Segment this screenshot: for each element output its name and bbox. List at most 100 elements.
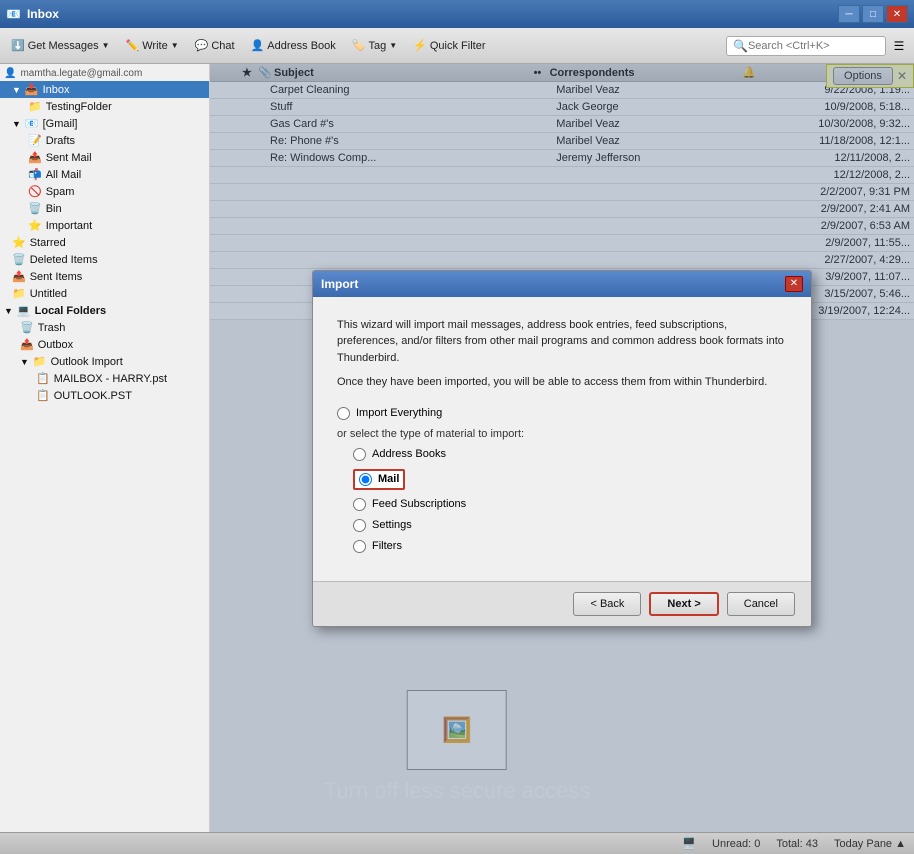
write-arrow: ▼ — [171, 41, 179, 50]
toolbar: ⬇️ Get Messages ▼ ✏️ Write ▼ 💬 Chat 👤 Ad… — [0, 28, 914, 64]
close-button[interactable]: ✕ — [886, 5, 908, 23]
sidebar-item-important[interactable]: ⭐ Important — [0, 217, 209, 234]
maximize-button[interactable]: □ — [862, 5, 884, 23]
write-button[interactable]: ✏️ Write ▼ — [119, 35, 186, 56]
mailbox-icon: 📋 — [36, 372, 50, 385]
sidebar: 👤 mamtha.legate@gmail.com ▼ 📥 Inbox 📁 Te… — [0, 64, 210, 832]
filters-option[interactable]: Filters — [337, 540, 787, 553]
outbox-icon: 📤 — [20, 338, 34, 351]
bin-icon: 🗑️ — [28, 202, 42, 215]
untitled-icon: 📁 — [12, 287, 26, 300]
get-messages-button[interactable]: ⬇️ Get Messages ▼ — [4, 35, 117, 56]
sidebar-item-starred[interactable]: ⭐ Starred — [0, 234, 209, 251]
sidebar-item-gmail[interactable]: ▼ 📧 [Gmail] — [0, 115, 209, 132]
sidebar-item-bin[interactable]: 🗑️ Bin — [0, 200, 209, 217]
sidebar-item-deleted-items[interactable]: 🗑️ Deleted Items — [0, 251, 209, 268]
write-icon: ✏️ — [126, 39, 140, 52]
sidebar-item-local-folders[interactable]: ▼ 💻 Local Folders — [0, 302, 209, 319]
sidebar-item-outlook-pst[interactable]: 📋 OUTLOOK.PST — [0, 387, 209, 404]
drafts-icon: 📝 — [28, 134, 42, 147]
select-type-label: or select the type of material to import… — [337, 428, 787, 440]
modal-close-button[interactable]: ✕ — [785, 276, 803, 292]
filters-radio[interactable] — [353, 540, 366, 553]
sent-mail-icon: 📤 — [28, 151, 42, 164]
modal-content: This wizard will import mail messages, a… — [313, 297, 811, 581]
sent-items-icon: 📤 — [12, 270, 26, 283]
mail-label: Mail — [378, 473, 399, 485]
sidebar-item-outlook-import[interactable]: ▼ 📁 Outlook Import — [0, 353, 209, 370]
spam-icon: 🚫 — [28, 185, 42, 198]
title-bar: 📧 Inbox ─ □ ✕ — [0, 0, 914, 28]
address-books-radio[interactable] — [353, 448, 366, 461]
sidebar-item-inbox[interactable]: ▼ 📥 Inbox — [0, 81, 209, 98]
expand-icon: ▼ — [12, 85, 21, 95]
chat-button[interactable]: 💬 Chat — [188, 35, 242, 56]
window-title: Inbox — [27, 7, 59, 21]
sidebar-item-testing-folder[interactable]: 📁 TestingFolder — [0, 98, 209, 115]
import-everything-option[interactable]: Import Everything — [337, 407, 787, 420]
sidebar-item-untitled[interactable]: 📁 Untitled — [0, 285, 209, 302]
expand-gmail-icon: ▼ — [12, 119, 21, 129]
filter-icon: ⚡ — [413, 39, 427, 52]
outlook-pst-icon: 📋 — [36, 389, 50, 402]
address-books-option[interactable]: Address Books — [337, 448, 787, 461]
modal-title: Import — [321, 277, 358, 291]
quick-filter-button[interactable]: ⚡ Quick Filter — [406, 35, 492, 56]
gmail-icon: 📧 — [25, 117, 39, 130]
mail-radio[interactable] — [359, 473, 372, 486]
starred-icon: ⭐ — [12, 236, 26, 249]
back-button[interactable]: < Back — [573, 592, 641, 616]
expand-local-icon: ▼ — [4, 306, 13, 316]
next-button[interactable]: Next > — [649, 592, 718, 616]
address-books-label: Address Books — [372, 448, 446, 460]
get-messages-icon: ⬇️ — [11, 39, 25, 52]
sidebar-item-sent-mail[interactable]: 📤 Sent Mail — [0, 149, 209, 166]
tag-icon: 🏷️ — [352, 39, 366, 52]
filters-label: Filters — [372, 540, 402, 552]
modal-titlebar: Import ✕ — [313, 271, 811, 297]
minimize-button[interactable]: ─ — [838, 5, 860, 23]
total-count: Total: 43 — [776, 838, 818, 850]
import-everything-label: Import Everything — [356, 407, 442, 419]
feed-subscriptions-option[interactable]: Feed Subscriptions — [337, 498, 787, 511]
cancel-button[interactable]: Cancel — [727, 592, 795, 616]
settings-option[interactable]: Settings — [337, 519, 787, 532]
local-folders-icon: 💻 — [17, 304, 31, 317]
outlook-import-icon: 📁 — [33, 355, 47, 368]
today-pane-button[interactable]: Today Pane ▲ — [834, 838, 906, 850]
status-computer-icon: 🖥️ — [682, 837, 696, 850]
search-box: 🔍 — [726, 36, 886, 56]
status-bar: 🖥️ Unread: 0 Total: 43 Today Pane ▲ — [0, 832, 914, 854]
email-area: ★ 📎 Subject •• Correspondents 🔔 Date ▲ C… — [210, 64, 914, 832]
menu-button[interactable]: ☰ — [888, 35, 910, 57]
sidebar-item-mailbox-harry[interactable]: 📋 MAILBOX - HARRY.pst — [0, 370, 209, 387]
feed-radio[interactable] — [353, 498, 366, 511]
expand-outlook-icon: ▼ — [20, 357, 29, 367]
main-layout: 👤 mamtha.legate@gmail.com ▼ 📥 Inbox 📁 Te… — [0, 64, 914, 832]
search-input[interactable] — [748, 40, 878, 52]
address-book-button[interactable]: 👤 Address Book — [244, 35, 343, 56]
tag-button[interactable]: 🏷️ Tag ▼ — [345, 35, 404, 56]
modal-footer: < Back Next > Cancel — [313, 581, 811, 626]
search-icon: 🔍 — [733, 39, 748, 53]
chat-icon: 💬 — [195, 39, 209, 52]
import-dialog: Import ✕ This wizard will import mail me… — [312, 270, 812, 627]
import-options: Import Everything or select the type of … — [337, 407, 787, 553]
sidebar-item-spam[interactable]: 🚫 Spam — [0, 183, 209, 200]
import-everything-radio[interactable] — [337, 407, 350, 420]
modal-description: This wizard will import mail messages, a… — [337, 317, 787, 391]
mail-option[interactable]: Mail — [337, 469, 787, 490]
settings-label: Settings — [372, 519, 412, 531]
sidebar-item-drafts[interactable]: 📝 Drafts — [0, 132, 209, 149]
sidebar-account-email[interactable]: 👤 mamtha.legate@gmail.com — [0, 66, 209, 81]
unread-count: Unread: 0 — [712, 838, 760, 850]
sidebar-item-all-mail[interactable]: 📬 All Mail — [0, 166, 209, 183]
sidebar-item-outbox[interactable]: 📤 Outbox — [0, 336, 209, 353]
sidebar-item-sent-items[interactable]: 📤 Sent Items — [0, 268, 209, 285]
feed-label: Feed Subscriptions — [372, 498, 466, 510]
settings-radio[interactable] — [353, 519, 366, 532]
folder-icon: 📁 — [28, 100, 42, 113]
address-book-icon: 👤 — [251, 39, 265, 52]
sidebar-item-trash[interactable]: 🗑️ Trash — [0, 319, 209, 336]
modal-overlay: Import ✕ This wizard will import mail me… — [210, 64, 914, 832]
